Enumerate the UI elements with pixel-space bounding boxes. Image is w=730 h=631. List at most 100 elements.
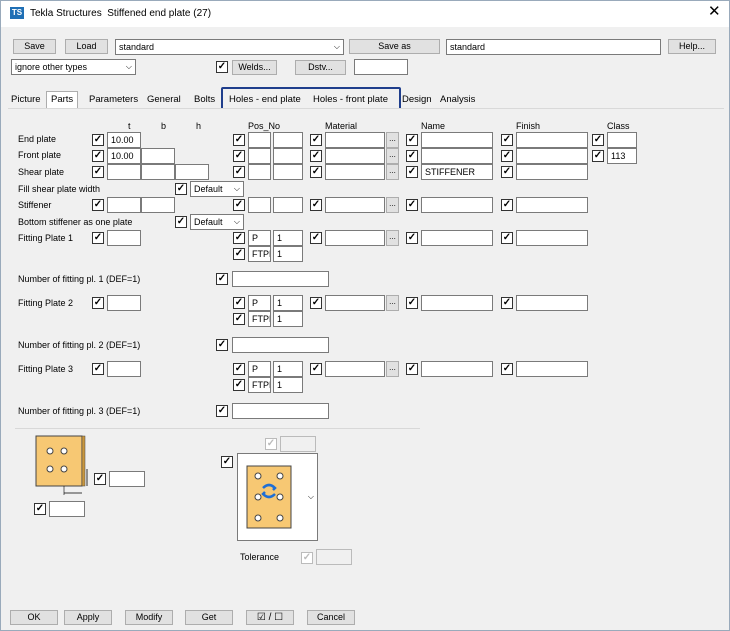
fitting-plate-1-pos2-checkbox[interactable]: ✓ <box>233 248 245 260</box>
tab-picture[interactable]: Picture <box>7 92 45 108</box>
front-plate-material-checkbox[interactable]: ✓ <box>310 150 322 162</box>
front-plate-pos-start[interactable] <box>273 148 303 164</box>
shear-plate-material-browse-button[interactable]: ... <box>386 164 399 180</box>
end-plate-finish-input[interactable] <box>516 132 588 148</box>
num-fitting-3-checkbox[interactable]: ✓ <box>216 405 228 417</box>
fitting-plate-3-pos2-prefix[interactable]: FTPL <box>248 377 271 393</box>
front-plate-finish-input[interactable] <box>516 148 588 164</box>
stiffener-name-input[interactable] <box>421 197 493 213</box>
fitting-plate-2-finish-input[interactable] <box>516 295 588 311</box>
end-plate-name-input[interactable] <box>421 132 493 148</box>
welds-button[interactable]: Welds... <box>232 60 277 75</box>
save-button[interactable]: Save <box>13 39 56 54</box>
fitting-plate-3-name-checkbox[interactable]: ✓ <box>406 363 418 375</box>
stiffener-material-browse-button[interactable]: ... <box>386 197 399 213</box>
front-plate-t-input[interactable]: 10.00 <box>107 148 141 164</box>
stiffener-b-input[interactable] <box>141 197 175 213</box>
end-plate-name-checkbox[interactable]: ✓ <box>406 134 418 146</box>
fitting-plate-1-material-browse-button[interactable]: ... <box>386 230 399 246</box>
end-plate-edge-checkbox[interactable]: ✓ <box>94 473 106 485</box>
dstv-button[interactable]: Dstv... <box>295 60 346 75</box>
end-plate-edge-input[interactable] <box>109 471 145 487</box>
hole-pattern-checkbox[interactable]: ✓ <box>221 456 233 468</box>
fitting-plate-3-material-browse-button[interactable]: ... <box>386 361 399 377</box>
help-button[interactable]: Help... <box>668 39 716 54</box>
shear-plate-material-input[interactable] <box>325 164 385 180</box>
fitting-plate-3-pos-start[interactable]: 1 <box>273 361 303 377</box>
shear-plate-t-input[interactable] <box>107 164 141 180</box>
end-plate-material-browse-button[interactable]: ... <box>386 132 399 148</box>
fitting-plate-2-material-browse-button[interactable]: ... <box>386 295 399 311</box>
stiffener-pos-checkbox[interactable]: ✓ <box>233 199 245 211</box>
shear-plate-finish-checkbox[interactable]: ✓ <box>501 166 513 178</box>
dstv-input[interactable] <box>354 59 408 75</box>
stiffener-t-checkbox[interactable]: ✓ <box>92 199 104 211</box>
front-plate-material-browse-button[interactable]: ... <box>386 148 399 164</box>
front-plate-name-checkbox[interactable]: ✓ <box>406 150 418 162</box>
fitting-plate-2-pos-checkbox[interactable]: ✓ <box>233 297 245 309</box>
end-plate-class-input[interactable] <box>607 132 637 148</box>
welds-checkbox[interactable]: ✓ <box>216 61 228 73</box>
front-plate-name-input[interactable] <box>421 148 493 164</box>
fitting-plate-3-finish-checkbox[interactable]: ✓ <box>501 363 513 375</box>
end-plate-pos-checkbox[interactable]: ✓ <box>233 134 245 146</box>
fitting-plate-1-pos-start[interactable]: 1 <box>273 230 303 246</box>
front-plate-pos-prefix[interactable] <box>248 148 271 164</box>
hole-pattern-picture-select[interactable]: ⌵ <box>237 453 318 541</box>
fitting-plate-1-finish-checkbox[interactable]: ✓ <box>501 232 513 244</box>
fitting-plate-1-name-checkbox[interactable]: ✓ <box>406 232 418 244</box>
end-plate-pos-prefix[interactable] <box>248 132 271 148</box>
tab-parameters[interactable]: Parameters <box>85 92 142 108</box>
modify-button[interactable]: Modify <box>125 610 173 625</box>
bottom-stiffener-select[interactable]: Default ⌵ <box>190 214 244 230</box>
fitting-plate-3-pos-checkbox[interactable]: ✓ <box>233 363 245 375</box>
fitting-plate-1-finish-input[interactable] <box>516 230 588 246</box>
fitting-plate-2-material-checkbox[interactable]: ✓ <box>310 297 322 309</box>
end-plate-dist-input[interactable] <box>49 501 85 517</box>
tab-design[interactable]: Design <box>398 92 436 108</box>
num-fitting-2-checkbox[interactable]: ✓ <box>216 339 228 351</box>
stiffener-material-checkbox[interactable]: ✓ <box>310 199 322 211</box>
fitting-plate-3-material-checkbox[interactable]: ✓ <box>310 363 322 375</box>
save-as-input[interactable]: standard <box>446 39 661 55</box>
fitting-plate-2-pos-start[interactable]: 1 <box>273 295 303 311</box>
shear-plate-name-checkbox[interactable]: ✓ <box>406 166 418 178</box>
fitting-plate-1-material-checkbox[interactable]: ✓ <box>310 232 322 244</box>
attribute-file-select[interactable]: standard ⌵ <box>115 39 344 55</box>
end-plate-material-input[interactable] <box>325 132 385 148</box>
fitting-plate-3-t-checkbox[interactable]: ✓ <box>92 363 104 375</box>
front-plate-material-input[interactable] <box>325 148 385 164</box>
toggle-all-button[interactable]: ☑ / ☐ <box>246 610 294 625</box>
fitting-plate-2-pos-prefix[interactable]: P <box>248 295 271 311</box>
fitting-plate-3-pos2-start[interactable]: 1 <box>273 377 303 393</box>
end-plate-material-checkbox[interactable]: ✓ <box>310 134 322 146</box>
stiffener-pos-start[interactable] <box>273 197 303 213</box>
tab-general[interactable]: General <box>143 92 185 108</box>
fill-shear-plate-width-select[interactable]: Default ⌵ <box>190 181 244 197</box>
ignore-other-types-select[interactable]: ignore other types ⌵ <box>11 59 136 75</box>
shear-plate-t-checkbox[interactable]: ✓ <box>92 166 104 178</box>
stiffener-finish-checkbox[interactable]: ✓ <box>501 199 513 211</box>
fitting-plate-1-t-input[interactable] <box>107 230 141 246</box>
num-fitting-2-input[interactable] <box>232 337 329 353</box>
num-fitting-1-input[interactable] <box>232 271 329 287</box>
end-plate-t-input[interactable]: 10.00 <box>107 132 141 148</box>
get-button[interactable]: Get <box>185 610 233 625</box>
cancel-button[interactable]: Cancel <box>307 610 355 625</box>
tab-bolts[interactable]: Bolts <box>190 92 219 108</box>
shear-plate-b-input[interactable] <box>141 164 175 180</box>
tab-analysis[interactable]: Analysis <box>436 92 479 108</box>
front-plate-pos-checkbox[interactable]: ✓ <box>233 150 245 162</box>
fitting-plate-3-pos-prefix[interactable]: P <box>248 361 271 377</box>
fitting-plate-1-t-checkbox[interactable]: ✓ <box>92 232 104 244</box>
fitting-plate-2-name-input[interactable] <box>421 295 493 311</box>
fitting-plate-1-pos-prefix[interactable]: P <box>248 230 271 246</box>
num-fitting-3-input[interactable] <box>232 403 329 419</box>
stiffener-finish-input[interactable] <box>516 197 588 213</box>
fitting-plate-1-pos-checkbox[interactable]: ✓ <box>233 232 245 244</box>
front-plate-finish-checkbox[interactable]: ✓ <box>501 150 513 162</box>
fitting-plate-1-material-input[interactable] <box>325 230 385 246</box>
fitting-plate-2-t-input[interactable] <box>107 295 141 311</box>
ok-button[interactable]: OK <box>10 610 58 625</box>
fitting-plate-2-t-checkbox[interactable]: ✓ <box>92 297 104 309</box>
